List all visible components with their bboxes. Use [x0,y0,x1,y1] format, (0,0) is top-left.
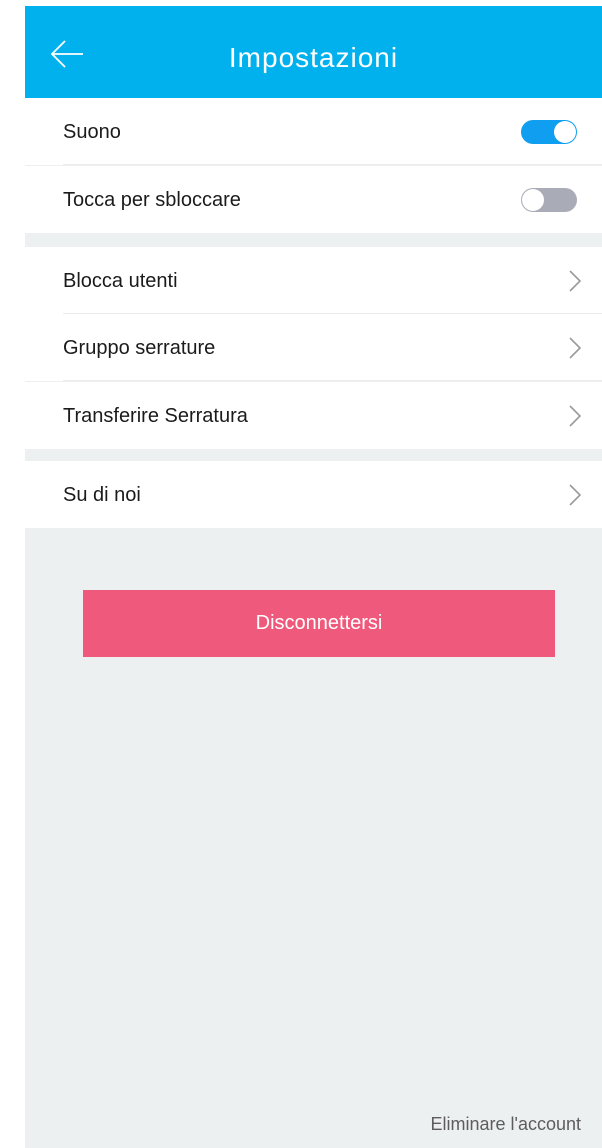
header-bar: Impostazioni [25,6,602,98]
back-arrow-icon[interactable] [49,36,85,72]
toggle-knob [554,121,576,143]
chevron-right-icon [569,270,582,292]
logout-button[interactable]: Disconnettersi [83,590,555,657]
row-label: Gruppo serrature [63,337,216,359]
row-label: Blocca utenti [63,270,178,292]
settings-screen: Impostazioni Suono Tocca per sbloccare B… [25,6,602,1148]
chevron-right-icon [569,337,582,359]
settings-row-lock-users[interactable]: Blocca utenti [25,247,602,314]
delete-account-link[interactable]: Eliminare l'account [430,1114,581,1135]
touch-unlock-toggle[interactable] [521,188,577,212]
row-label: Su di noi [63,484,141,506]
chevron-right-icon [569,405,582,427]
row-label: Suono [63,121,121,143]
row-label: Transferire Serratura [63,405,248,427]
settings-row-lock-group[interactable]: Gruppo serrature [25,314,602,381]
page-title: Impostazioni [228,42,399,73]
settings-row-sound[interactable]: Suono [25,98,602,165]
chevron-right-icon [569,484,582,506]
settings-row-touch-unlock[interactable]: Tocca per sbloccare [25,166,602,233]
toggle-knob [522,189,544,211]
settings-row-transfer-lock[interactable]: Transferire Serratura [25,382,602,449]
settings-row-about-us[interactable]: Su di noi [25,461,602,528]
row-label: Tocca per sbloccare [63,189,241,211]
sound-toggle[interactable] [521,120,577,144]
